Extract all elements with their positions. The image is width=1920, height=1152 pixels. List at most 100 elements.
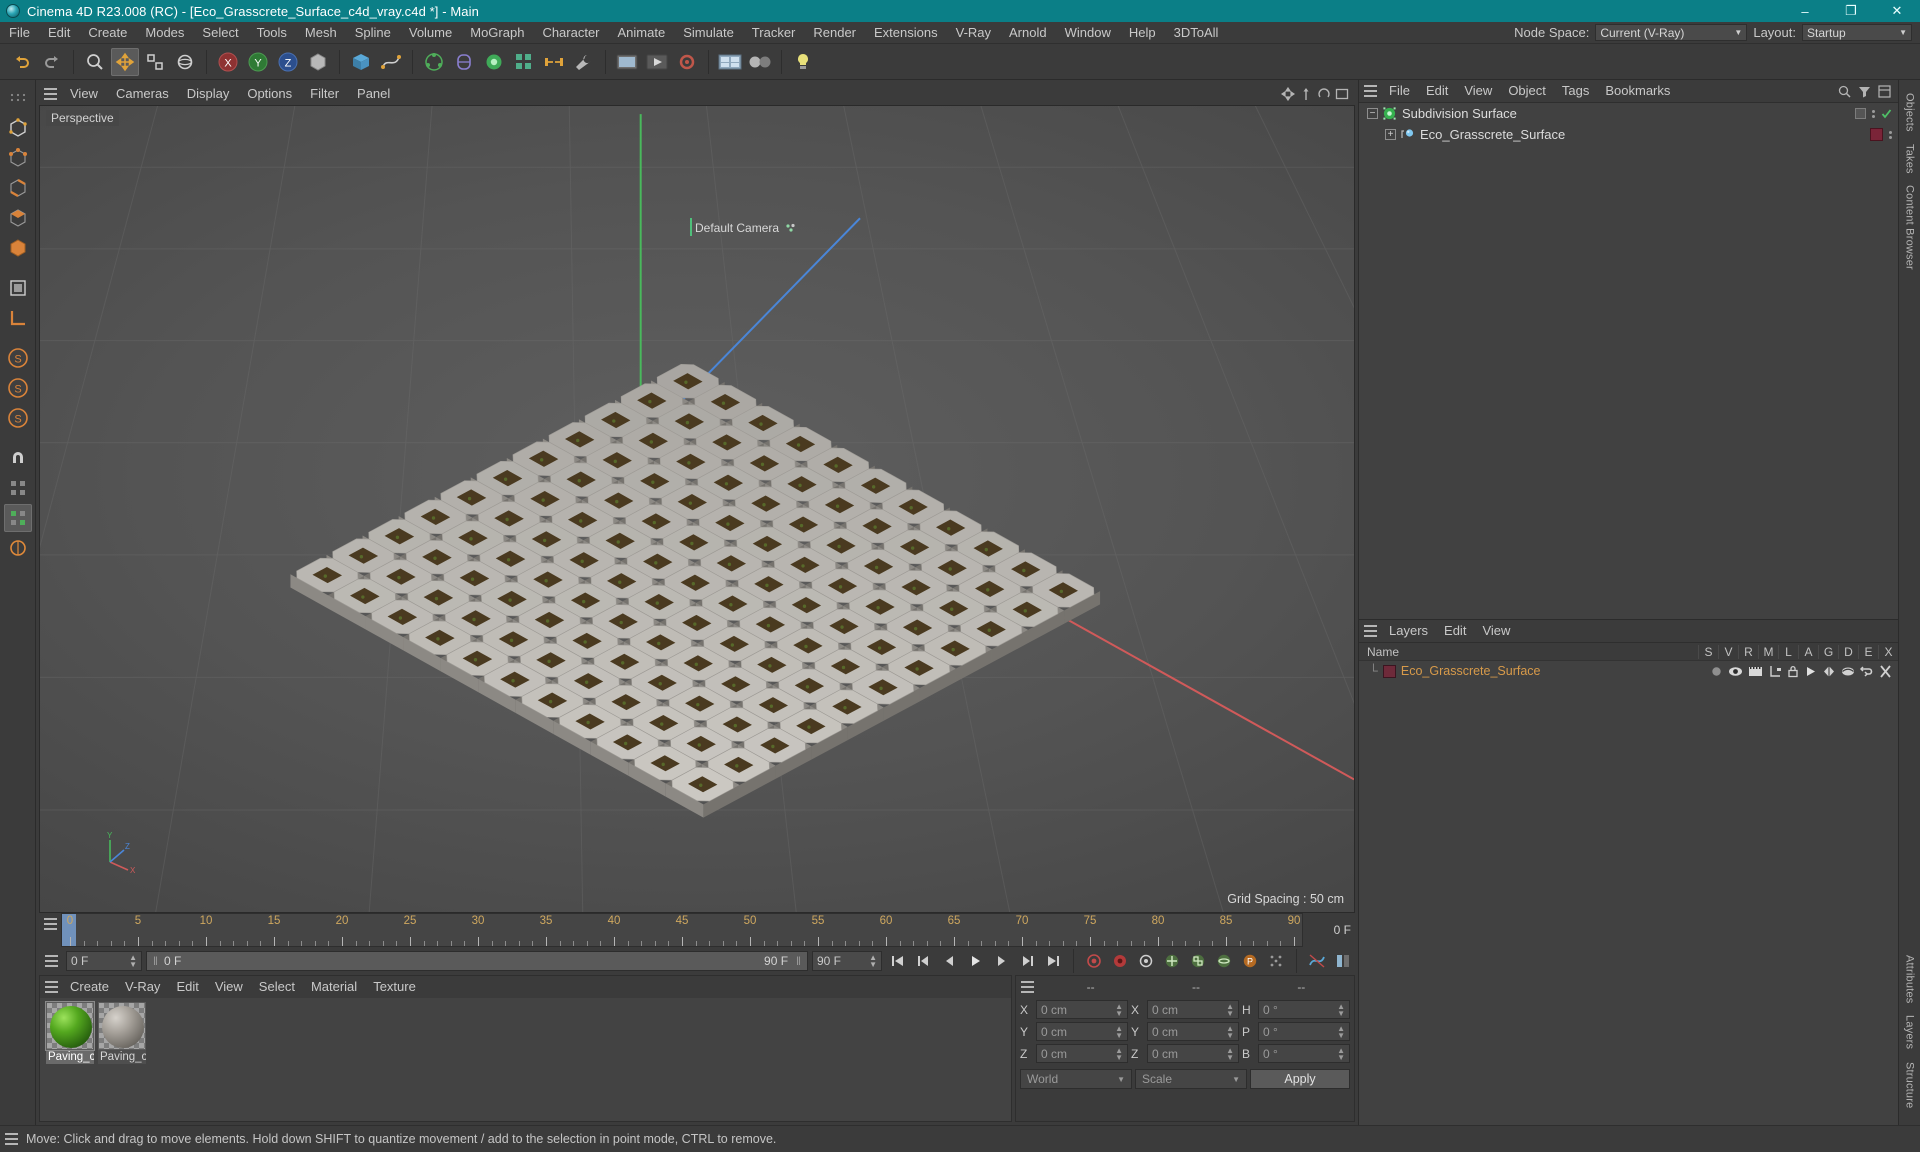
- wrench-icon[interactable]: [570, 48, 598, 76]
- menu-item-simulate[interactable]: Simulate: [674, 22, 743, 44]
- spinner-icon[interactable]: ▲ ▼: [1226, 1024, 1234, 1039]
- axis-lock-y-icon[interactable]: Y: [244, 48, 272, 76]
- live-selection-icon[interactable]: [81, 48, 109, 76]
- viewport-menu-view[interactable]: View: [61, 83, 107, 105]
- node-space-dropdown[interactable]: Current (V-Ray) ▼: [1595, 24, 1748, 41]
- object-menu-bookmarks[interactable]: Bookmarks: [1597, 80, 1678, 102]
- texture-mode-icon[interactable]: [4, 274, 32, 302]
- go-to-end-icon[interactable]: [1042, 950, 1064, 972]
- position-z-field[interactable]: 0 cm ▲ ▼: [1036, 1044, 1128, 1063]
- position-y-field[interactable]: 0 cm ▲ ▼: [1036, 1022, 1128, 1041]
- axis-lock-z-icon[interactable]: Z: [274, 48, 302, 76]
- spinner-icon[interactable]: ▲ ▼: [1115, 1046, 1123, 1061]
- workplane-mode-icon[interactable]: [4, 304, 32, 332]
- viewport-solo-hierarchy-icon[interactable]: [4, 534, 32, 562]
- visibility-editor-checkbox[interactable]: [1855, 108, 1866, 119]
- material-menu-edit[interactable]: Edit: [168, 976, 206, 998]
- vtab-content-browser[interactable]: Content Browser: [1902, 180, 1918, 275]
- layer-animation-icon[interactable]: [1804, 665, 1817, 678]
- previous-key-icon[interactable]: [912, 950, 934, 972]
- next-frame-icon[interactable]: [990, 950, 1012, 972]
- menu-item-render[interactable]: Render: [804, 22, 865, 44]
- go-to-start-icon[interactable]: [886, 950, 908, 972]
- layer-column-d[interactable]: D: [1838, 644, 1858, 659]
- position-x-field[interactable]: 0 cm ▲ ▼: [1036, 1000, 1128, 1019]
- layer-column-l[interactable]: L: [1778, 644, 1798, 659]
- spinner-icon[interactable]: ▲ ▼: [1226, 1002, 1234, 1017]
- menu-item-3dtoall[interactable]: 3DToAll: [1165, 22, 1228, 44]
- vtab-takes[interactable]: Takes: [1902, 139, 1918, 179]
- model-mode-icon[interactable]: [4, 234, 32, 262]
- bend-deformer-icon[interactable]: [450, 48, 478, 76]
- material-manager-icon[interactable]: [746, 48, 774, 76]
- visibility-dots-icon[interactable]: [1872, 109, 1875, 118]
- search-icon[interactable]: [1838, 85, 1851, 98]
- maximize-viewport-icon[interactable]: [1335, 87, 1349, 101]
- menu-item-character[interactable]: Character: [533, 22, 608, 44]
- menu-item-extensions[interactable]: Extensions: [865, 22, 947, 44]
- spinner-icon[interactable]: ▲ ▼: [1337, 1024, 1345, 1039]
- redo-icon[interactable]: [38, 48, 66, 76]
- status-hamburger-icon[interactable]: [0, 1128, 22, 1150]
- keyframe-selection-icon[interactable]: [1135, 950, 1157, 972]
- layer-column-x[interactable]: X: [1878, 644, 1898, 659]
- material-menu-create[interactable]: Create: [62, 976, 117, 998]
- layer-manager-hamburger-icon[interactable]: [1359, 620, 1381, 642]
- viewport-solo-off-icon[interactable]: [4, 474, 32, 502]
- viewport-solo-single-icon[interactable]: [3, 504, 32, 532]
- layer-row[interactable]: └ Eco_Grasscrete_Surface: [1359, 661, 1898, 681]
- size-mode-dropdown[interactable]: Scale ▼: [1135, 1069, 1247, 1089]
- rotation-b-field[interactable]: 0 ° ▲ ▼: [1258, 1044, 1350, 1063]
- vtab-attributes[interactable]: Attributes: [1902, 950, 1918, 1008]
- render-view-icon[interactable]: [613, 48, 641, 76]
- light-icon[interactable]: [789, 48, 817, 76]
- size-x-field[interactable]: 0 cm ▲ ▼: [1147, 1000, 1239, 1019]
- preview-end-field[interactable]: 90 F ▲ ▼: [812, 951, 882, 971]
- object-menu-view[interactable]: View: [1456, 80, 1500, 102]
- subdivision-active-icon[interactable]: [1881, 108, 1892, 119]
- subdivision-surface-icon[interactable]: [480, 48, 508, 76]
- scale-key-icon[interactable]: [1187, 950, 1209, 972]
- attach-icon[interactable]: [540, 48, 568, 76]
- material-manager-hamburger-icon[interactable]: [40, 976, 62, 998]
- timeline-hamburger-icon[interactable]: [39, 913, 61, 935]
- polygon-mode-icon[interactable]: [4, 204, 32, 232]
- array-generator-icon[interactable]: [420, 48, 448, 76]
- expand-collapse-icon[interactable]: +: [1385, 129, 1396, 140]
- layer-menu-view[interactable]: View: [1474, 620, 1518, 642]
- viewport-menu-display[interactable]: Display: [178, 83, 239, 105]
- rotate-view-icon[interactable]: [1317, 87, 1331, 101]
- layer-column-g[interactable]: G: [1818, 644, 1838, 659]
- material-thumbnail[interactable]: [45, 1001, 95, 1051]
- menu-item-select[interactable]: Select: [193, 22, 247, 44]
- layout-dropdown[interactable]: Startup ▼: [1802, 24, 1912, 41]
- menu-item-tools[interactable]: Tools: [248, 22, 296, 44]
- apply-button[interactable]: Apply: [1250, 1069, 1350, 1089]
- menu-item-volume[interactable]: Volume: [400, 22, 461, 44]
- current-frame-field[interactable]: 0 F ▲ ▼: [66, 951, 142, 971]
- spinner-icon[interactable]: ▲ ▼: [1115, 1002, 1123, 1017]
- move-tool-icon[interactable]: [111, 47, 139, 76]
- layer-column-e[interactable]: E: [1858, 644, 1878, 659]
- spinner-icon[interactable]: ▲ ▼: [1226, 1046, 1234, 1061]
- palette-drag-handle[interactable]: [4, 84, 32, 112]
- timeline-slot-bar[interactable]: ‖ 0 F 90 F ‖: [146, 951, 808, 971]
- next-key-icon[interactable]: [1016, 950, 1038, 972]
- spinner-icon[interactable]: ▲ ▼: [129, 954, 137, 969]
- lock-axis-x-icon[interactable]: S: [4, 344, 32, 372]
- timeline-ruler[interactable]: 0 5 10 15 20 25 30 35 40 45 50 55 60 65 70 75 80 85 90: [61, 913, 1303, 947]
- layer-manager-icon[interactable]: [1768, 665, 1782, 678]
- filter-icon[interactable]: [1858, 85, 1871, 98]
- material-thumbnail[interactable]: [98, 1002, 146, 1050]
- vtab-structure[interactable]: Structure: [1902, 1057, 1918, 1113]
- layer-deformer-icon[interactable]: [1841, 665, 1855, 678]
- coordinate-system-dropdown[interactable]: World ▼: [1020, 1069, 1132, 1089]
- layer-column-m[interactable]: M: [1758, 644, 1778, 659]
- content-browser-icon[interactable]: [716, 48, 744, 76]
- vtab-objects[interactable]: Objects: [1902, 88, 1918, 137]
- undo-icon[interactable]: [8, 48, 36, 76]
- menu-item-tracker[interactable]: Tracker: [743, 22, 805, 44]
- layer-render-icon[interactable]: [1748, 665, 1763, 678]
- menu-item-spline[interactable]: Spline: [346, 22, 400, 44]
- viewport-menu-cameras[interactable]: Cameras: [107, 83, 178, 105]
